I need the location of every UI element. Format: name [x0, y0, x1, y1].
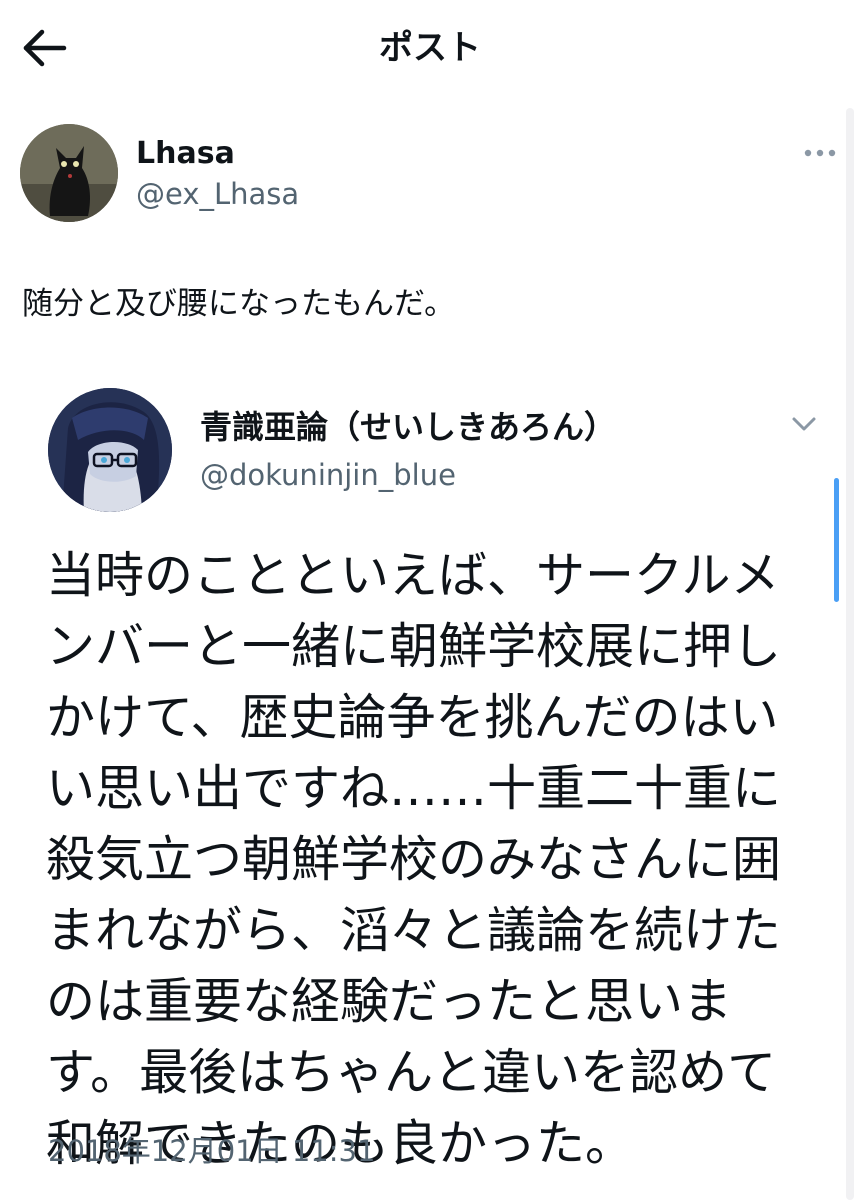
quoted-author-display-name[interactable]: 青識亜論（せいしきあろん）	[200, 406, 616, 448]
author-avatar[interactable]	[20, 124, 118, 222]
anime-character-image	[48, 388, 172, 512]
top-bar: ポスト	[0, 0, 860, 100]
author-display-name[interactable]: Lhasa	[136, 136, 235, 172]
quoted-tweet-timestamp[interactable]: 2018年12月01日 11:31	[48, 1132, 375, 1170]
quoted-tweet-menu-button[interactable]	[786, 410, 822, 438]
quoted-author-avatar[interactable]	[48, 388, 172, 512]
scrollbar-thumb[interactable]	[834, 478, 839, 602]
author-handle[interactable]: @ex_Lhasa	[136, 176, 299, 212]
page-title: ポスト	[379, 28, 481, 68]
tweet-text: 随分と及び腰になったもんだ。	[22, 286, 456, 322]
quoted-tweet-text: 当時のことといえば、サークルメ ンバーと一緒に朝鮮学校展に押し かけて、歴史論争…	[46, 547, 782, 1172]
quoted-author-handle[interactable]: @dokuninjin_blue	[200, 456, 456, 494]
cat-image	[20, 124, 118, 222]
scrollbar-track[interactable]	[846, 108, 854, 1200]
more-horizontal-icon	[804, 149, 836, 157]
more-options-button[interactable]	[800, 140, 840, 166]
chevron-down-icon	[792, 417, 816, 431]
